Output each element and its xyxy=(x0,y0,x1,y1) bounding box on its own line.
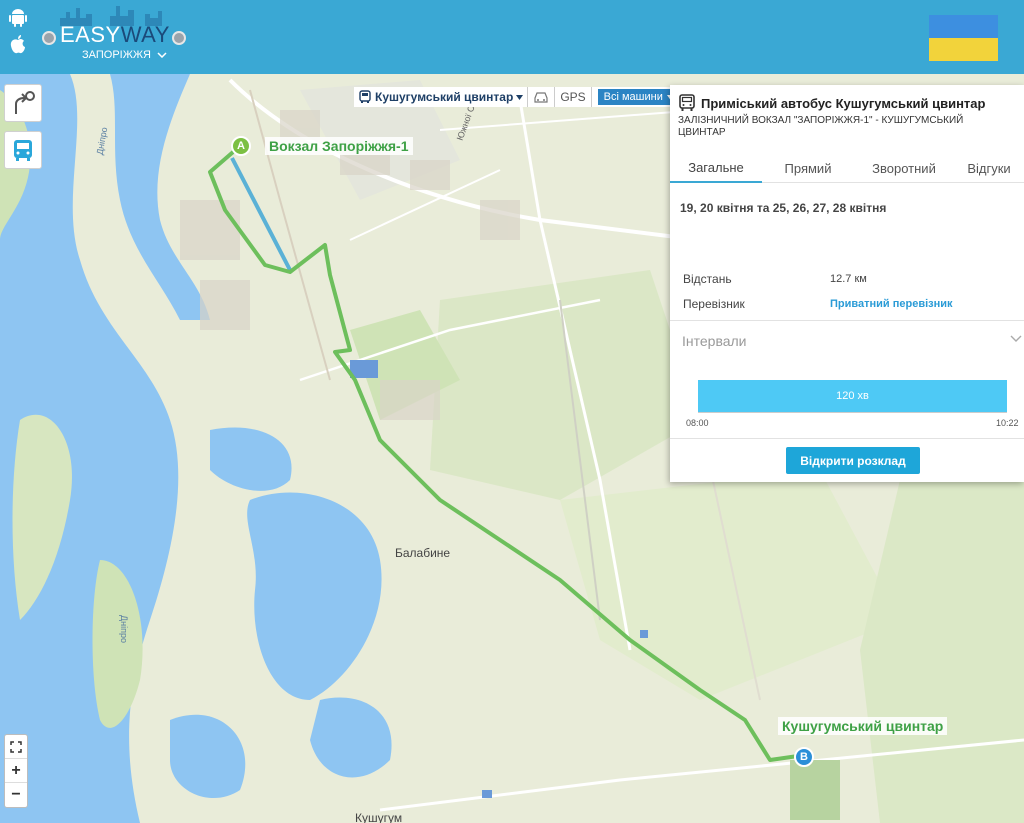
route-selector[interactable]: Кушугумський цвинтар xyxy=(354,87,529,107)
stop-b-marker[interactable]: B xyxy=(794,747,814,767)
open-schedule-button[interactable]: Відкрити розклад xyxy=(786,447,920,474)
intervals-header[interactable]: Інтервали xyxy=(682,333,747,349)
zoom-controls: + − xyxy=(4,734,28,808)
tab-general[interactable]: Загальне xyxy=(670,153,762,183)
route-selector-label: Кушугумський цвинтар xyxy=(375,90,514,104)
traffic-button[interactable] xyxy=(528,87,556,107)
map-label-kushugum: Кушугум xyxy=(355,811,403,823)
interval-bar: 120 хв xyxy=(698,380,1007,412)
panel-title: Приміський автобус Кушугумський цвинтар xyxy=(701,95,986,111)
carrier-label: Перевізник xyxy=(683,297,745,311)
distance-value: 12.7 км xyxy=(830,273,867,285)
chevron-down-icon[interactable] xyxy=(1010,335,1022,343)
zoom-out-button[interactable]: − xyxy=(5,783,27,807)
divider xyxy=(670,320,1024,321)
time-start: 08:00 xyxy=(686,418,709,428)
logo-text: EASYWAY xyxy=(60,22,170,47)
distance-label: Відстань xyxy=(683,272,732,286)
interval-axis xyxy=(698,412,1007,413)
bus-icon xyxy=(679,94,695,111)
stop-a-marker[interactable]: A xyxy=(231,136,251,156)
map-label-dnipro: Дніпро xyxy=(118,615,129,643)
apple-icon[interactable] xyxy=(8,34,28,56)
stop-b-label: Кушугумський цвинтар xyxy=(778,717,948,735)
city-selector[interactable]: ЗАПОРІЖЖЯ xyxy=(82,49,167,61)
app-links xyxy=(8,8,30,62)
bus-icon xyxy=(359,90,371,103)
fullscreen-icon xyxy=(10,740,22,753)
fullscreen-button[interactable] xyxy=(5,735,27,759)
zoom-in-button[interactable]: + xyxy=(5,759,27,783)
carrier-link[interactable]: Приватний перевізник xyxy=(830,298,953,310)
all-vehicles-button[interactable]: Всі машини xyxy=(597,89,680,105)
route-planner-button[interactable] xyxy=(4,84,42,122)
route-info-panel: Приміський автобус Кушугумський цвинтар … xyxy=(670,85,1024,482)
header: EASYWAY ЗАПОРІЖЖЯ xyxy=(0,0,1024,74)
tab-return[interactable]: Зворотний xyxy=(854,153,954,183)
transport-button[interactable] xyxy=(4,131,42,169)
logo-right-dot xyxy=(172,31,186,45)
chevron-down-icon xyxy=(157,52,167,58)
logo-left-dot xyxy=(42,31,56,45)
tab-forward[interactable]: Прямий xyxy=(762,153,854,183)
map-label-balabyne: Балабине xyxy=(395,546,451,560)
divider xyxy=(670,438,1024,439)
panel-tabs: Загальне Прямий Зворотний Відгуки xyxy=(670,153,1024,183)
android-icon[interactable] xyxy=(8,8,28,28)
stop-a-label: Вокзал Запоріжжя-1 xyxy=(265,137,413,155)
panel-subtitle: ЗАЛІЗНИЧНИЙ ВОКЗАЛ "ЗАПОРІЖЖЯ-1" - КУШУГ… xyxy=(678,115,964,138)
tab-reviews[interactable]: Відгуки xyxy=(954,153,1024,183)
bus-icon xyxy=(14,140,32,161)
interval-bar-label: 120 хв xyxy=(836,390,869,402)
easyway-logo[interactable]: EASYWAY ЗАПОРІЖЖЯ xyxy=(40,6,190,66)
caret-down-icon xyxy=(516,94,524,100)
operating-dates: 19, 20 квітня та 25, 26, 27, 28 квітня xyxy=(680,201,887,215)
ukraine-flag-icon[interactable] xyxy=(929,15,998,61)
map-toolbar: Кушугумський цвинтар GPS Всі машини xyxy=(354,87,680,107)
gps-button[interactable]: GPS xyxy=(555,87,592,107)
all-vehicles-label: Всі машини xyxy=(603,91,663,103)
panel-header: Приміський автобус Кушугумський цвинтар xyxy=(678,94,985,112)
car-icon xyxy=(534,92,548,103)
city-label: ЗАПОРІЖЖЯ xyxy=(82,49,151,61)
time-end: 10:22 xyxy=(996,418,1019,428)
route-icon xyxy=(15,91,35,114)
